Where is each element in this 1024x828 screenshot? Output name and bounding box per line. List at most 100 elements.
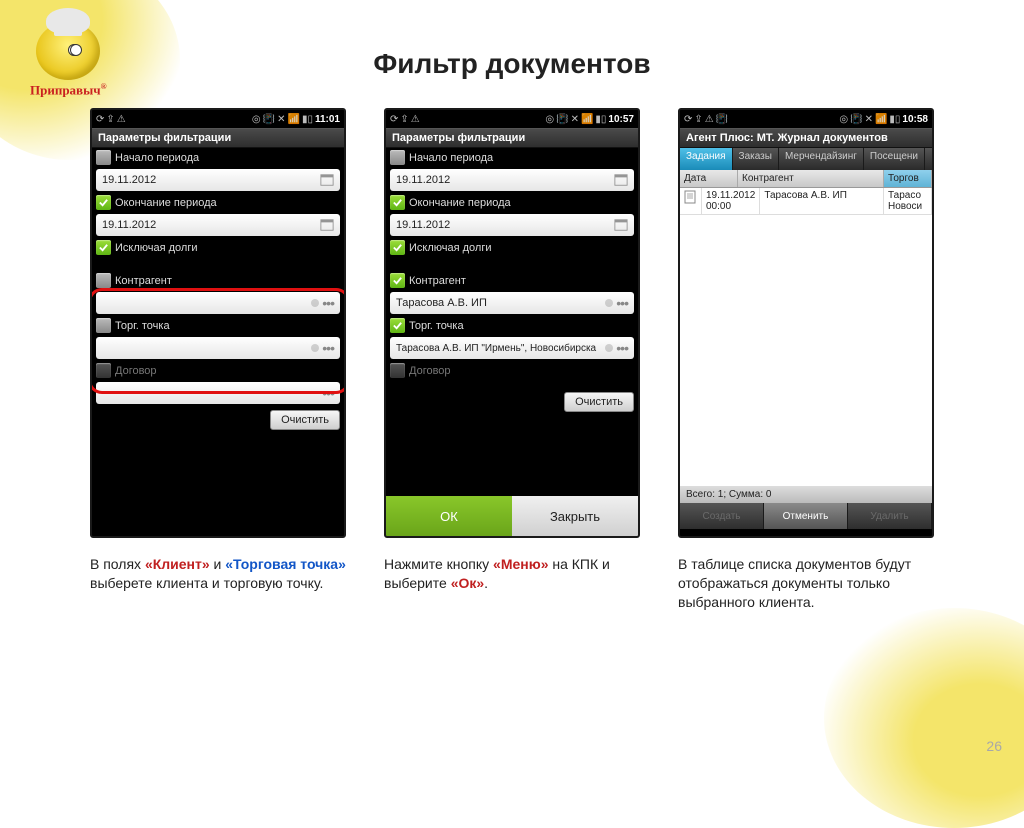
signal-icon: ✕: [277, 114, 285, 125]
contract-input[interactable]: •••: [96, 382, 340, 404]
vibrate-icon: 📳: [716, 114, 728, 125]
clock: 10:58: [902, 114, 928, 125]
table-row[interactable]: 19.11.2012 00:00 Тарасова А.В. ИП Тарасо…: [680, 188, 932, 215]
signal-3g-icon: 📶: [581, 114, 593, 125]
checkbox-checked-icon[interactable]: [390, 273, 405, 288]
more-icon[interactable]: •••: [604, 295, 628, 311]
contragent-value: Тарасова А.В. ИП: [396, 297, 487, 309]
col-contragent[interactable]: Контрагент: [738, 170, 884, 187]
screenshot-filter-filled: ⟳ ⇪ ⚠ ◎ 📳 ✕ 📶 ▮▯ 10:57 Параметры фильтра…: [384, 108, 640, 538]
start-period-row[interactable]: Начало периода: [92, 148, 344, 167]
row-time: 00:00: [706, 201, 731, 212]
trade-point-input[interactable]: •••: [96, 337, 340, 359]
tab-merchandising[interactable]: Мерчендайзинг: [779, 148, 864, 170]
checkbox-disabled-icon: [96, 363, 111, 378]
start-date-input[interactable]: 19.11.2012: [390, 169, 634, 191]
tab-tasks[interactable]: Задания: [680, 148, 733, 170]
calendar-icon: [320, 173, 334, 187]
ok-button[interactable]: ОК: [386, 496, 512, 536]
clear-button[interactable]: Очистить: [270, 410, 340, 430]
caption-3: В таблице списка документов будут отобра…: [678, 555, 934, 612]
clear-button[interactable]: Очистить: [564, 392, 634, 412]
trade-point-label: Торг. точка: [409, 320, 464, 332]
screenshot-document-journal: ⟳ ⇪ ⚠ 📳 ◎ 📳 ✕ 📶 ▮▯ 10:58 Агент Плюс: МТ.…: [678, 108, 934, 538]
status-bar: ⟳ ⇪ ⚠ ◎ 📳 ✕ 📶 ▮▯ 10:57: [386, 110, 638, 128]
end-date-input[interactable]: 19.11.2012: [390, 214, 634, 236]
create-button[interactable]: Создать: [680, 503, 764, 529]
contragent-row[interactable]: Контрагент: [92, 271, 344, 290]
signal-icon: ✕: [571, 114, 579, 125]
cancel-button[interactable]: Отменить: [764, 503, 848, 529]
end-date-value: 19.11.2012: [396, 219, 450, 231]
warning-icon: ⚠: [117, 114, 126, 125]
screenshot-filter-empty: ⟳ ⇪ ⚠ ◎ 📳 ✕ 📶 ▮▯ 11:01 Параметры фильтра…: [90, 108, 346, 538]
checkbox-checked-icon[interactable]: [96, 195, 111, 210]
vibrate-icon: 📳: [263, 114, 275, 125]
trade-point-value: Тарасова А.В. ИП "Ирмень", Новосибирска: [396, 343, 596, 354]
calendar-icon: [320, 218, 334, 232]
contract-row: Договор: [386, 361, 638, 380]
trade-point-label: Торг. точка: [115, 320, 170, 332]
row-contragent: Тарасова А.В. ИП: [760, 188, 884, 214]
start-date-value: 19.11.2012: [396, 174, 450, 186]
trade-point-row[interactable]: Торг. точка: [386, 316, 638, 335]
warning-icon: ⚠: [411, 114, 420, 125]
end-period-row[interactable]: Окончание периода: [386, 193, 638, 212]
more-icon[interactable]: •••: [322, 385, 334, 401]
contragent-row[interactable]: Контрагент: [386, 271, 638, 290]
end-date-value: 19.11.2012: [102, 219, 156, 231]
checkbox-checked-icon[interactable]: [390, 195, 405, 210]
end-period-label: Окончание периода: [409, 197, 511, 209]
checkbox-unchecked-icon[interactable]: [390, 150, 405, 165]
checkbox-unchecked-icon[interactable]: [96, 318, 111, 333]
warning-icon: ⚠: [705, 114, 714, 125]
page-number: 26: [986, 738, 1002, 754]
exclude-debts-label: Исключая долги: [115, 242, 198, 254]
document-table: Дата Контрагент Торгов 19.11.2012 00:00 …: [680, 170, 932, 486]
checkbox-checked-icon[interactable]: [390, 240, 405, 255]
exclude-debts-row[interactable]: Исключая долги: [92, 238, 344, 257]
tab-orders[interactable]: Заказы: [733, 148, 779, 170]
clock: 10:57: [608, 114, 634, 125]
more-icon[interactable]: •••: [310, 295, 334, 311]
start-period-row[interactable]: Начало периода: [386, 148, 638, 167]
contract-row: Договор: [92, 361, 344, 380]
brand-logo-text: Приправыч®: [30, 82, 107, 98]
app-header: Агент Плюс: МТ. Журнал документов: [680, 128, 932, 148]
end-period-label: Окончание периода: [115, 197, 217, 209]
end-period-row[interactable]: Окончание периода: [92, 193, 344, 212]
upload-icon: ⇪: [400, 114, 408, 125]
col-date[interactable]: Дата: [680, 170, 738, 187]
checkbox-unchecked-icon[interactable]: [96, 150, 111, 165]
col-trade-point[interactable]: Торгов: [884, 170, 932, 187]
tab-bar: Задания Заказы Мерчендайзинг Посещени: [680, 148, 932, 170]
start-date-input[interactable]: 19.11.2012: [96, 169, 340, 191]
signal-icon: ✕: [865, 114, 873, 125]
exclude-debts-label: Исключая долги: [409, 242, 492, 254]
checkbox-checked-icon[interactable]: [96, 240, 111, 255]
tab-visits[interactable]: Посещени: [864, 148, 925, 170]
exclude-debts-row[interactable]: Исключая долги: [386, 238, 638, 257]
gps-icon: ◎: [839, 114, 848, 125]
trade-point-row[interactable]: Торг. точка: [92, 316, 344, 335]
end-date-input[interactable]: 19.11.2012: [96, 214, 340, 236]
more-icon[interactable]: •••: [310, 340, 334, 356]
app-header: Параметры фильтрации: [92, 128, 344, 148]
contragent-label: Контрагент: [115, 275, 172, 287]
contragent-input[interactable]: •••: [96, 292, 340, 314]
table-header: Дата Контрагент Торгов: [680, 170, 932, 188]
battery-icon: ▮▯: [595, 114, 606, 125]
contragent-input[interactable]: Тарасова А.В. ИП •••: [390, 292, 634, 314]
battery-icon: ▮▯: [302, 114, 313, 125]
gps-icon: ◎: [252, 114, 261, 125]
delete-button[interactable]: Удалить: [848, 503, 932, 529]
upload-icon: ⇪: [694, 114, 702, 125]
close-button[interactable]: Закрыть: [512, 496, 638, 536]
clock: 11:01: [315, 114, 340, 125]
checkbox-unchecked-icon[interactable]: [96, 273, 111, 288]
checkbox-checked-icon[interactable]: [390, 318, 405, 333]
contragent-label: Контрагент: [409, 275, 466, 287]
more-icon[interactable]: •••: [604, 340, 628, 356]
trade-point-input[interactable]: Тарасова А.В. ИП "Ирмень", Новосибирска …: [390, 337, 634, 359]
row-trade-point: Тарасо Новоси: [884, 188, 932, 214]
